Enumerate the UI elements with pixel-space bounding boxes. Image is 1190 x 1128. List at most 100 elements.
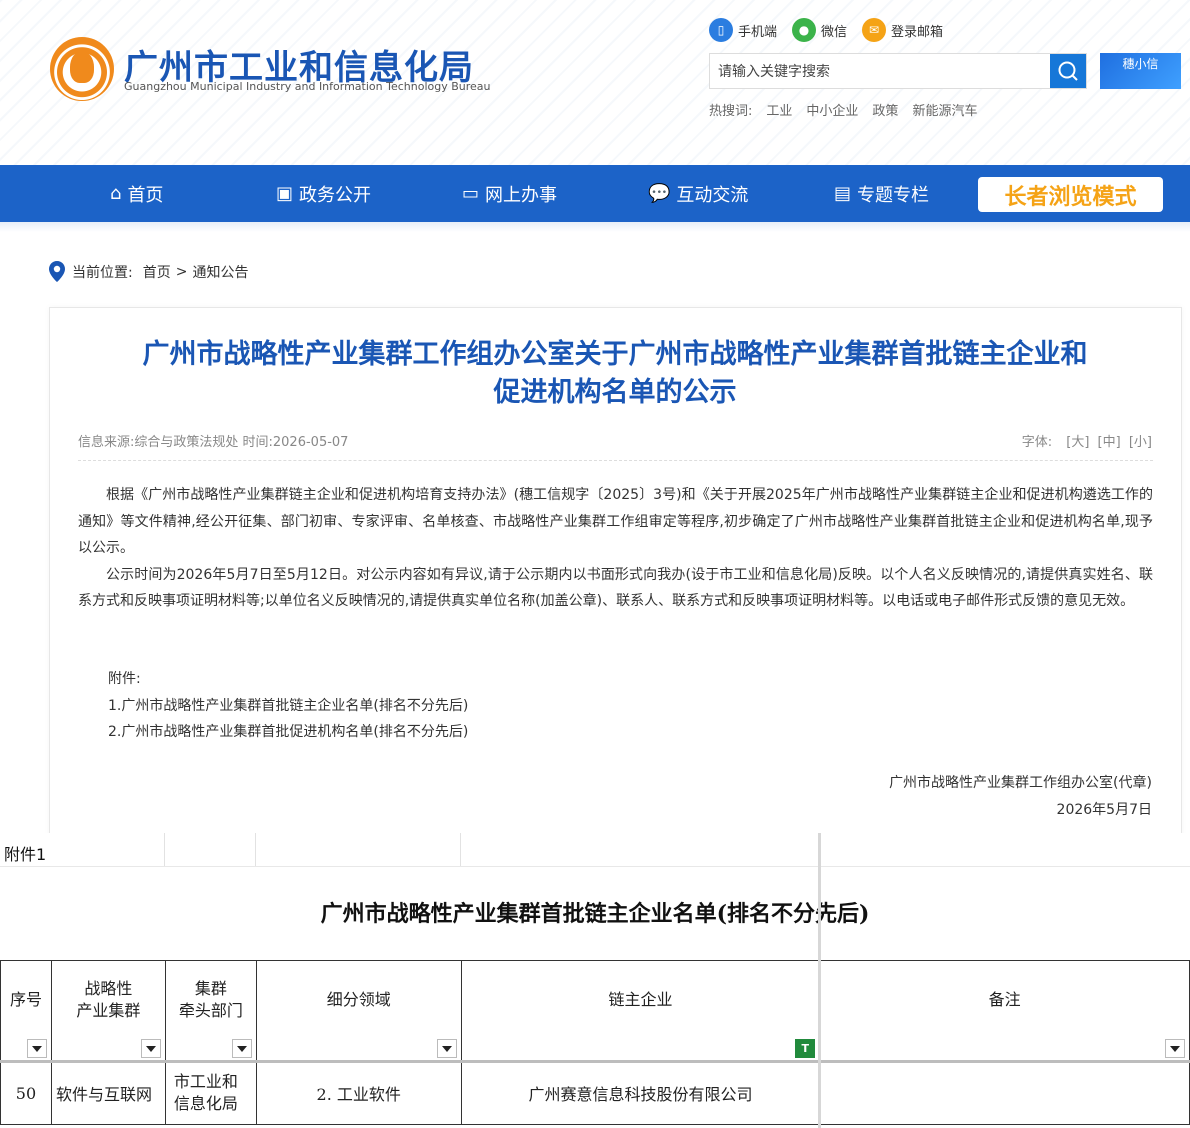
signature-date: 2026年5月7日 bbox=[1056, 802, 1152, 818]
hot-word[interactable]: 中小企业 bbox=[806, 100, 858, 119]
cell-no[interactable]: 50 bbox=[0, 1061, 52, 1125]
breadcrumb-label: 当前位置: bbox=[72, 265, 133, 281]
article-paragraph: 根据《广州市战略性产业集群链主企业和促进机构培育支持办法》(穗工信规字〔2025… bbox=[78, 487, 1153, 556]
nav-item-online-services[interactable]: ▭ 网上办事 bbox=[462, 165, 557, 222]
quick-link-label: 手机端 bbox=[738, 24, 778, 40]
font-size-small[interactable]: [小] bbox=[1129, 435, 1152, 450]
signature-issuer: 广州市战略性产业集群工作组办公室(代章) bbox=[889, 775, 1152, 791]
filter-icon: T bbox=[801, 1042, 810, 1055]
article-title: 广州市战略性产业集群工作组办公室关于广州市战略性产业集群首批链主企业和 促进机构… bbox=[60, 336, 1170, 412]
nav-shadow bbox=[0, 222, 1190, 232]
quick-link-mobile[interactable]: ▯ 手机端 bbox=[709, 17, 777, 43]
wechat-icon: ● bbox=[792, 18, 816, 42]
home-icon: ⌂ bbox=[110, 183, 122, 204]
search-input[interactable] bbox=[710, 54, 1060, 90]
nav-item-label: 网上办事 bbox=[485, 184, 558, 206]
nav-item-home[interactable]: ⌂ 首页 bbox=[110, 165, 163, 222]
header-cell-field[interactable]: 细分领域 bbox=[255, 960, 462, 1062]
cell-field[interactable]: 2. 工业软件 bbox=[255, 1061, 462, 1125]
chevron-down-icon bbox=[31, 1045, 42, 1052]
cell-note[interactable] bbox=[819, 1061, 1190, 1125]
pane-split-bar[interactable] bbox=[818, 833, 821, 1128]
header-text: 细分领域 bbox=[326, 990, 391, 1009]
filter-dropdown-button[interactable] bbox=[436, 1039, 457, 1058]
header-text: 备注 bbox=[988, 990, 1021, 1009]
header-cell-note[interactable]: 备注 bbox=[819, 960, 1190, 1062]
chevron-down-icon bbox=[441, 1045, 452, 1052]
hot-words: 热搜词: 工业 中小企业 政策 新能源汽车 bbox=[709, 100, 991, 119]
quick-link-label: 登录邮箱 bbox=[891, 24, 944, 40]
header-cell-company[interactable]: 链主企业 T bbox=[460, 960, 821, 1062]
mobile-icon: ▯ bbox=[709, 18, 733, 42]
site-subtitle: Guangzhou Municipal Industry and Informa… bbox=[124, 80, 491, 93]
article-meta: 信息来源:综合与政策法规处 时间:2026-05-07 bbox=[78, 435, 349, 450]
filter-dropdown-button[interactable] bbox=[140, 1039, 161, 1058]
attachment-sheet-label: 附件1 bbox=[4, 845, 47, 864]
header-text: 序号 bbox=[9, 990, 42, 1009]
font-size-medium[interactable]: [中] bbox=[1098, 435, 1121, 450]
nav-item-label: 互动交流 bbox=[676, 184, 749, 206]
header-text: 产业集群 bbox=[76, 1001, 141, 1020]
article-title-line: 促进机构名单的公示 bbox=[493, 377, 737, 408]
header-cell-no[interactable]: 序号 bbox=[0, 960, 52, 1062]
hot-word[interactable]: 新能源汽车 bbox=[912, 100, 977, 119]
breadcrumb-separator: > bbox=[175, 264, 188, 280]
attachment-link[interactable]: 1.广州市战略性产业集群首批链主企业名单(排名不分先后) bbox=[108, 693, 468, 720]
nav-item-special-topics[interactable]: ▤ 专题专栏 bbox=[834, 165, 929, 222]
signature-block: 广州市战略性产业集群工作组办公室(代章) 2026年5月7日 bbox=[889, 770, 1152, 824]
breadcrumb: 当前位置: 首页 > 通知公告 bbox=[48, 260, 248, 284]
chevron-down-icon bbox=[1170, 1045, 1180, 1052]
attachment-link[interactable]: 2.广州市战略性产业集群首批促进机构名单(排名不分先后) bbox=[108, 719, 468, 746]
hot-word[interactable]: 工业 bbox=[766, 100, 792, 119]
nav-item-interaction[interactable]: 💬 互动交流 bbox=[648, 165, 748, 222]
header-text: 集群 bbox=[194, 979, 227, 998]
header-cell-dept[interactable]: 集群 牵头部门 bbox=[164, 960, 257, 1062]
breadcrumb-current[interactable]: 通知公告 bbox=[192, 262, 248, 282]
attachments-label: 附件: bbox=[108, 671, 141, 687]
enterprise-table: 序号 战略性 产业集群 集群 牵头部门 细分领域 链主企业 T 备注 50 软件… bbox=[0, 960, 1190, 1125]
filter-dropdown-button[interactable] bbox=[26, 1039, 47, 1058]
grid-line bbox=[460, 833, 461, 866]
header-cell-cluster[interactable]: 战略性 产业集群 bbox=[50, 960, 166, 1062]
header-freeze-line bbox=[0, 1060, 1190, 1063]
filter-dropdown-button[interactable] bbox=[1165, 1039, 1185, 1058]
article-title-line: 广州市战略性产业集群工作组办公室关于广州市战略性产业集群首批链主企业和 bbox=[142, 339, 1088, 370]
quick-link-label: 微信 bbox=[821, 24, 848, 40]
cell-cluster[interactable]: 软件与互联网 bbox=[50, 1061, 166, 1125]
grid-line bbox=[255, 833, 256, 866]
nav-item-label: 政务公开 bbox=[299, 184, 372, 206]
bureau-logo[interactable] bbox=[50, 37, 114, 101]
cell-dept[interactable]: 市工业和 信息化局 bbox=[164, 1061, 257, 1125]
chevron-down-icon bbox=[145, 1045, 156, 1052]
column-icon: ▤ bbox=[834, 183, 852, 204]
font-size-large[interactable]: [大] bbox=[1066, 435, 1089, 450]
chat-icon: 💬 bbox=[648, 183, 671, 204]
nav-item-label: 首页 bbox=[127, 184, 164, 206]
filter-active-button[interactable]: T bbox=[795, 1039, 816, 1058]
search-box bbox=[709, 53, 1087, 90]
site-header: 广州市工业和信息化局 Guangzhou Municipal Industry … bbox=[0, 0, 1190, 165]
attachments: 附件: 1.广州市战略性产业集群首批链主企业名单(排名不分先后) 2.广州市战略… bbox=[108, 666, 468, 746]
header-text: 牵头部门 bbox=[178, 1001, 243, 1020]
table-row[interactable]: 50 软件与互联网 市工业和 信息化局 2. 工业软件 广州赛意信息科技股份有限… bbox=[0, 1061, 1190, 1125]
chevron-down-icon bbox=[236, 1045, 247, 1052]
elder-mode-button[interactable]: 长者浏览模式 bbox=[978, 177, 1163, 212]
hot-word[interactable]: 政策 bbox=[872, 100, 898, 119]
grid-line bbox=[164, 833, 165, 866]
breadcrumb-home[interactable]: 首页 bbox=[143, 262, 171, 282]
location-pin-icon bbox=[49, 261, 65, 282]
filter-dropdown-button[interactable] bbox=[231, 1039, 252, 1058]
monitor-icon: ▭ bbox=[462, 183, 480, 204]
nav-item-label: 专题专栏 bbox=[857, 184, 930, 206]
quick-link-mail[interactable]: ✉ 登录邮箱 bbox=[862, 17, 943, 43]
article-paragraph: 公示时间为2026年5月7日至5月12日。对公示内容如有异议,请于公示期内以书面… bbox=[78, 566, 1153, 610]
assistant-badge[interactable]: 穗小信 bbox=[1100, 53, 1181, 89]
search-button[interactable] bbox=[1050, 54, 1086, 88]
article-body: 根据《广州市战略性产业集群链主企业和促进机构培育支持办法》(穗工信规字〔2025… bbox=[78, 482, 1153, 615]
mail-icon: ✉ bbox=[862, 18, 886, 42]
nav-item-government-affairs[interactable]: ▣ 政务公开 bbox=[276, 165, 371, 222]
quick-link-wechat[interactable]: ● 微信 bbox=[792, 17, 847, 43]
header-text: 战略性 bbox=[84, 979, 133, 998]
font-size-switcher: 字体: [大] [中] [小] bbox=[1022, 431, 1152, 450]
cell-company[interactable]: 广州赛意信息科技股份有限公司 bbox=[460, 1061, 821, 1125]
